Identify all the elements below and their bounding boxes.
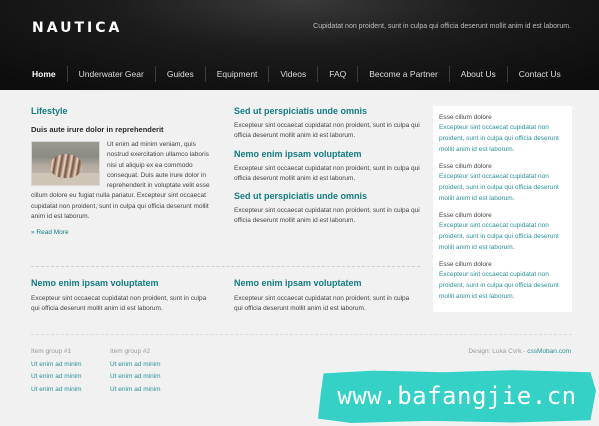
middle-block-title[interactable]: Sed ut perspiciatis unde omnis — [234, 191, 424, 201]
bottom-block: Nemo enim ipsam voluptatem Excepteur sin… — [234, 278, 419, 315]
bottom-block-title[interactable]: Nemo enim ipsam voluptatem — [234, 278, 419, 288]
middle-section: Sed ut perspiciatis unde omnis Excepteur… — [234, 106, 424, 234]
bottom-block-title[interactable]: Nemo enim ipsam voluptatem — [31, 278, 216, 288]
sidebar-item: Esse cillum dolore Excepteur sint occaec… — [439, 113, 566, 155]
site-header: NAUTICA Cupidatat non proident, sunt in … — [0, 0, 599, 90]
middle-block-title[interactable]: Nemo enim ipsam voluptatem — [234, 149, 424, 159]
nav-item-become-partner[interactable]: Become a Partner — [357, 66, 449, 82]
footer-divider — [31, 334, 572, 335]
footer-link[interactable]: Ut enim ad minim — [31, 359, 82, 371]
middle-block: Sed ut perspiciatis unde omnis Excepteur… — [234, 106, 424, 142]
sidebar-item-title: Esse cillum dolore — [439, 163, 492, 170]
sidebar-item-text[interactable]: Excepteur sint occaecat cupidatat non pr… — [439, 269, 566, 302]
middle-block: Nemo enim ipsam voluptatem Excepteur sin… — [234, 149, 424, 185]
credit-prefix: Design: Luka Cvrk - — [468, 348, 528, 355]
shell-shape — [50, 154, 82, 178]
sidebar-item: Esse cillum dolore Excepteur sint occaec… — [439, 260, 566, 302]
site-logo[interactable]: NAUTICA — [32, 20, 122, 36]
nav-item-equipment[interactable]: Equipment — [204, 66, 269, 82]
sidebar-item-text[interactable]: Excepteur sint occaecat cupidatat non pr… — [439, 122, 566, 155]
bottom-block: Nemo enim ipsam voluptatem Excepteur sin… — [31, 278, 216, 315]
middle-block-text: Excepteur sint occaecat cupidatat non pr… — [234, 164, 420, 182]
seashell-image — [31, 141, 100, 186]
nav-item-videos[interactable]: Videos — [268, 66, 317, 82]
footer-link[interactable]: Ut enim ad minim — [31, 371, 82, 383]
footer-link[interactable]: Ut enim ad minim — [110, 359, 161, 371]
design-credit: Design: Luka Cvrk - cssMoban.com — [468, 348, 571, 355]
sidebar: Esse cillum dolore Excepteur sint occaec… — [433, 106, 572, 312]
middle-block-text: Excepteur sint occaecat cupidatat non pr… — [234, 207, 420, 225]
bottom-block-text: Excepteur sint occaecat cupidatat non pr… — [234, 295, 410, 313]
nav-item-home[interactable]: Home — [21, 66, 67, 82]
main-nav: Home Underwater Gear Guides Equipment Vi… — [21, 66, 572, 82]
middle-block-text: Excepteur sint occaecat cupidatat non pr… — [234, 122, 420, 140]
nav-item-guides[interactable]: Guides — [154, 66, 205, 82]
middle-block-title[interactable]: Sed ut perspiciatis unde omnis — [234, 106, 424, 116]
sidebar-item-text[interactable]: Excepteur sint occaecat cupidatat non pr… — [439, 171, 566, 204]
footer-group-title: Item group #2 — [110, 348, 151, 355]
watermark-banner: www.bafangjie.cn — [318, 370, 596, 423]
footer-link[interactable]: Ut enim ad minim — [31, 384, 82, 396]
lifestyle-body: Ut enim ad minim veniam, quis nostrud ex… — [31, 140, 211, 222]
sidebar-item-text[interactable]: Excepteur sint occaecat cupidatat non pr… — [439, 220, 566, 253]
header-tagline: Cupidatat non proident, sunt in culpa qu… — [313, 23, 571, 30]
sidebar-item-title: Esse cillum dolore — [439, 212, 492, 219]
footer-link[interactable]: Ut enim ad minim — [110, 371, 161, 383]
section-divider — [31, 266, 420, 267]
nav-item-underwater-gear[interactable]: Underwater Gear — [66, 66, 155, 82]
middle-block: Sed ut perspiciatis unde omnis Excepteur… — [234, 191, 424, 227]
lifestyle-title: Lifestyle — [31, 106, 68, 116]
nav-item-contact-us[interactable]: Contact Us — [506, 66, 572, 82]
sidebar-item: Esse cillum dolore Excepteur sint occaec… — [439, 211, 566, 253]
footer-link[interactable]: Ut enim ad minim — [110, 384, 161, 396]
footer-group-1: Item group #1 Ut enim ad minim Ut enim a… — [31, 348, 82, 396]
lifestyle-subtitle: Duis aute irure dolor in reprehenderit — [31, 125, 164, 134]
nav-item-about-us[interactable]: About Us — [448, 66, 507, 82]
footer-group-title: Item group #1 — [31, 348, 72, 355]
bottom-block-text: Excepteur sint occaecat cupidatat non pr… — [31, 295, 207, 313]
read-more-link[interactable]: » Read More — [31, 229, 211, 236]
nav-item-faq[interactable]: FAQ — [317, 66, 357, 82]
sidebar-item-title: Esse cillum dolore — [439, 114, 492, 121]
sidebar-item: Esse cillum dolore Excepteur sint occaec… — [439, 162, 566, 204]
watermark-text: www.bafangjie.cn — [337, 382, 577, 410]
sidebar-item-title: Esse cillum dolore — [439, 261, 492, 268]
credit-link[interactable]: cssMoban.com — [527, 348, 571, 355]
lifestyle-section: Lifestyle Duis aute irure dolor in repre… — [31, 106, 211, 236]
footer-group-2: Item group #2 Ut enim ad minim Ut enim a… — [110, 348, 161, 396]
